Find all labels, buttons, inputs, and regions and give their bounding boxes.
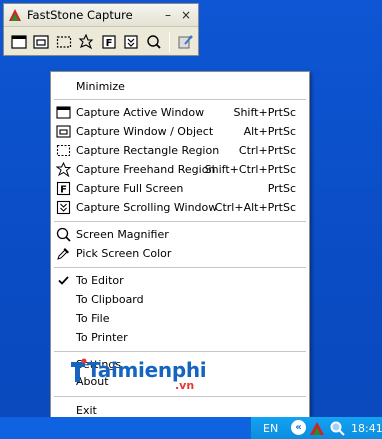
faststone-toolbar-window: FastStone Capture – × F — [3, 3, 199, 56]
context-menu: Minimize Capture Active Window Shift+Prt… — [50, 71, 310, 425]
menu-item-label: To Clipboard — [76, 293, 144, 306]
menu-separator — [54, 99, 306, 100]
active-window-icon — [56, 106, 71, 119]
svg-text:F: F — [60, 185, 67, 196]
checkmark-icon — [58, 276, 69, 285]
menu-item-label: Capture Rectangle Region — [76, 144, 220, 157]
menu-item-label: Capture Freehand Region — [76, 163, 216, 176]
menu-item-to-editor[interactable]: To Editor — [51, 271, 309, 290]
capture-toolbar: F — [4, 27, 198, 52]
capture-scrolling-window-button[interactable] — [122, 32, 142, 52]
menu-item-label: Screen Magnifier — [76, 228, 169, 241]
menu-item-label: About — [76, 375, 109, 388]
window-object-icon — [33, 35, 49, 49]
scrolling-window-icon — [124, 35, 138, 49]
menu-item-shortcut: Shift+Ctrl+PrtSc — [204, 163, 296, 176]
menu-item-shortcut: Ctrl+Alt+PrtSc — [214, 201, 296, 214]
capture-full-screen-button[interactable]: F — [99, 32, 119, 52]
menu-item-label: Settings — [76, 358, 122, 371]
menu-item-label: To Editor — [76, 274, 124, 287]
close-button[interactable]: × — [178, 8, 194, 22]
minimize-button[interactable]: – — [160, 8, 176, 22]
menu-item-screen-magnifier[interactable]: Screen Magnifier — [51, 225, 309, 244]
menu-item-pick-screen-color[interactable]: Pick Screen Color — [51, 244, 309, 263]
settings-icon — [178, 35, 193, 49]
language-indicator[interactable]: EN — [263, 422, 278, 435]
menu-item-label: To Printer — [76, 331, 128, 344]
menu-item-label: Pick Screen Color — [76, 247, 172, 260]
menu-item-minimize[interactable]: Minimize — [51, 77, 309, 96]
menu-item-label: Capture Active Window — [76, 106, 205, 119]
menu-item-to-clipboard[interactable]: To Clipboard — [51, 290, 309, 309]
menu-item-label: Capture Window / Object — [76, 125, 214, 138]
menu-item-label: Exit — [76, 404, 97, 417]
menu-item-capture-window-object[interactable]: Capture Window / Object Alt+PrtSc — [51, 122, 309, 141]
full-screen-icon: F — [102, 35, 116, 49]
magnifier-tray-icon[interactable] — [329, 420, 345, 436]
capture-active-window-button[interactable] — [9, 32, 29, 52]
menu-item-capture-rectangle-region[interactable]: Capture Rectangle Region Ctrl+PrtSc — [51, 141, 309, 160]
menu-item-capture-freehand-region[interactable]: Capture Freehand Region Shift+Ctrl+PrtSc — [51, 160, 309, 179]
show-hidden-icons-button[interactable]: « — [291, 420, 306, 435]
menu-separator — [54, 267, 306, 268]
menu-item-shortcut: Alt+PrtSc — [243, 125, 296, 138]
menu-item-capture-full-screen[interactable]: F Capture Full Screen PrtSc — [51, 179, 309, 198]
window-object-icon — [56, 125, 71, 138]
capture-freehand-region-button[interactable] — [77, 32, 97, 52]
menu-separator — [54, 351, 306, 352]
faststone-tray-icon[interactable] — [309, 420, 325, 436]
menu-item-capture-scrolling-window[interactable]: Capture Scrolling Window Ctrl+Alt+PrtSc — [51, 198, 309, 217]
active-window-icon — [11, 35, 27, 49]
freehand-region-icon — [78, 34, 94, 50]
menu-item-shortcut: Ctrl+PrtSc — [238, 144, 296, 157]
menu-item-about[interactable]: About — [51, 372, 309, 391]
capture-window-object-button[interactable] — [32, 32, 52, 52]
capture-rectangle-region-button[interactable] — [54, 32, 74, 52]
screen-magnifier-button[interactable] — [144, 32, 164, 52]
toolbar-separator — [168, 32, 171, 52]
settings-button[interactable] — [175, 32, 195, 52]
system-tray: EN « 18:41 — [250, 417, 382, 439]
app-title: FastStone Capture — [27, 8, 133, 22]
menu-separator — [54, 396, 306, 397]
rectangle-region-icon — [56, 36, 71, 48]
menu-item-shortcut: PrtSc — [267, 182, 296, 195]
menu-item-shortcut: Shift+PrtSc — [233, 106, 296, 119]
menu-item-capture-active-window[interactable]: Capture Active Window Shift+PrtSc — [51, 103, 309, 122]
full-screen-icon: F — [56, 181, 71, 196]
menu-separator — [54, 221, 306, 222]
menu-item-label: Capture Full Screen — [76, 182, 184, 195]
svg-text:F: F — [105, 38, 112, 49]
faststone-logo-icon — [9, 9, 21, 21]
scrolling-window-icon — [56, 200, 71, 215]
magnifier-icon — [147, 35, 161, 49]
title-bar[interactable]: FastStone Capture – × — [4, 4, 198, 27]
clock[interactable]: 18:41 — [351, 422, 382, 435]
magnifier-icon — [56, 227, 71, 242]
menu-item-label: To File — [76, 312, 110, 325]
menu-item-label: Minimize — [76, 80, 125, 93]
menu-item-label: Capture Scrolling Window — [76, 201, 218, 214]
eyedropper-icon — [57, 248, 69, 260]
menu-item-to-file[interactable]: To File — [51, 309, 309, 328]
freehand-region-icon — [56, 162, 71, 177]
rectangle-region-icon — [56, 144, 71, 157]
menu-item-to-printer[interactable]: To Printer — [51, 328, 309, 347]
